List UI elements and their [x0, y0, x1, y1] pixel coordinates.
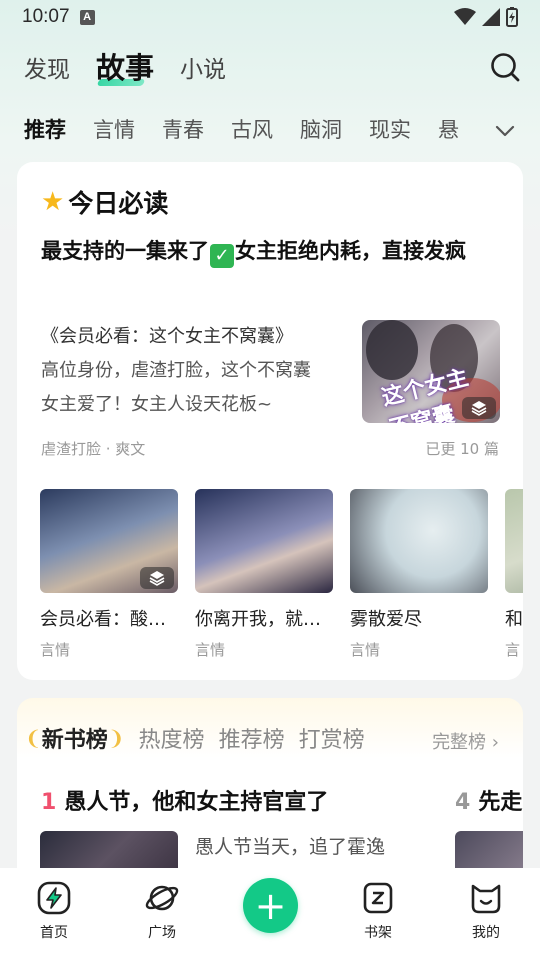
create-button[interactable]: + — [243, 878, 298, 933]
rank-number: 4 — [455, 790, 471, 815]
feature-line3: 女主爱了！女主人设天花板~ — [41, 394, 273, 415]
feature-line2: 高位身份，虐渣打脸，这个不窝囊 — [41, 360, 311, 381]
rank-number: 1 — [41, 790, 57, 815]
layers-icon — [140, 567, 174, 589]
book-genre: 言情 — [350, 641, 381, 659]
full-ranking-label: 完整榜 — [432, 732, 487, 753]
status-time: 10:07 — [22, 6, 70, 27]
rank-title-text: 愚人节，他和女主持官宣了 — [64, 790, 329, 815]
rank-item-title[interactable]: 4 先走 — [455, 784, 525, 816]
planet-icon — [145, 885, 179, 911]
chevron-right-icon: › — [491, 732, 499, 753]
book-card[interactable]: 雾散爱尽 言情 — [350, 489, 488, 660]
rank-item-title[interactable]: 1 愚人节，他和女主持官宣了 — [41, 784, 328, 816]
nav-bookshelf-label: 书架 — [364, 925, 392, 941]
category-tab-ancient[interactable]: 古风 — [231, 114, 273, 150]
book-cover — [350, 489, 488, 593]
bookshelf-icon — [363, 882, 393, 914]
nav-plaza[interactable]: 广场 — [122, 880, 202, 942]
notification-a-icon: A — [79, 9, 95, 25]
full-ranking-link[interactable]: 完整榜 › — [432, 728, 499, 754]
laurel-left-icon: ❨ — [25, 726, 42, 750]
cat-face-icon — [471, 884, 501, 914]
ranking-tabs: ❨ 新书榜 ❩ 热度榜 推荐榜 打赏榜 — [25, 722, 365, 754]
nav-bookshelf[interactable]: 书架 — [338, 880, 418, 942]
laurel-right-icon: ❩ — [107, 726, 125, 750]
rank-tab-new[interactable]: ❨ 新书榜 ❩ — [25, 722, 125, 754]
daily-books-row: 会员必看：酸… 言情 你离开我，就… 言情 雾散爱尽 言情 和 言 — [40, 489, 523, 669]
book-title: 和 — [505, 609, 523, 630]
wifi-icon — [454, 8, 476, 25]
feature-episode-count: 已更 10 篇 — [425, 440, 499, 458]
book-genre: 言情 — [40, 641, 71, 659]
category-tab-youth[interactable]: 青春 — [162, 114, 204, 150]
feature-cover[interactable]: 这个女主 不窝囊 — [362, 320, 500, 423]
category-tab-brainhole[interactable]: 脑洞 — [300, 114, 342, 150]
nav-home[interactable]: 首页 — [14, 880, 94, 942]
signal-icon — [482, 8, 500, 26]
feature-title[interactable]: 最支持的一集来了 ✓ 女主拒绝内耗，直接发疯 — [41, 234, 501, 269]
book-cover — [505, 489, 523, 593]
category-tab-suspense[interactable]: 悬 — [438, 114, 459, 150]
category-tabs: 推荐 言情 青春 古风 脑洞 现实 悬 — [24, 114, 484, 150]
search-icon[interactable] — [490, 52, 520, 82]
status-right — [454, 7, 518, 27]
daily-title: 今日必读 — [68, 189, 169, 218]
feature-description[interactable]: 《会员必看：这个女主不窝囊》 高位身份，虐渣打脸，这个不窝囊 女主爱了！女主人设… — [41, 320, 341, 422]
chevron-down-icon[interactable] — [494, 120, 516, 142]
book-title: 你离开我，就… — [195, 609, 321, 630]
book-card[interactable]: 你离开我，就… 言情 — [195, 489, 333, 660]
nav-home-label: 首页 — [40, 925, 68, 941]
tab-novels[interactable]: 小说 — [180, 50, 226, 92]
rank-title-text: 先走 — [478, 790, 523, 815]
tab-discover[interactable]: 发现 — [24, 50, 70, 92]
rank-tab-new-label: 新书榜 — [41, 728, 108, 753]
book-cover — [40, 489, 178, 593]
home-bolt-icon — [37, 881, 71, 915]
star-icon: ★ — [41, 187, 65, 217]
status-bar: 10:07 A — [0, 0, 540, 34]
daily-card: ★ 今日必读 最支持的一集来了 ✓ 女主拒绝内耗，直接发疯 《会员必看：这个女主不窝… — [17, 162, 523, 680]
feature-line1: 《会员必看：这个女主不窝囊》 — [41, 326, 293, 347]
book-genre: 言 — [505, 641, 521, 659]
category-tab-romance[interactable]: 言情 — [93, 114, 135, 150]
category-tab-reality[interactable]: 现实 — [369, 114, 411, 150]
book-genre: 言情 — [195, 641, 226, 659]
rank-tab-recommend[interactable]: 推荐榜 — [219, 722, 285, 754]
nav-me[interactable]: 我的 — [446, 880, 526, 942]
book-cover — [195, 489, 333, 593]
feature-title-part1: 最支持的一集来了 — [41, 239, 209, 263]
nav-plaza-label: 广场 — [148, 925, 176, 941]
daily-heading: ★ 今日必读 — [41, 184, 168, 220]
rank-tab-tips[interactable]: 打赏榜 — [299, 722, 365, 754]
battery-icon — [506, 7, 518, 27]
book-title: 雾散爱尽 — [350, 609, 422, 630]
check-mark-icon: ✓ — [210, 243, 234, 268]
plus-icon: + — [254, 883, 287, 928]
tab-stories[interactable]: 故事 — [96, 45, 154, 92]
book-card[interactable]: 和 言 — [505, 489, 523, 660]
top-tabs: 发现 故事 小说 — [24, 46, 226, 92]
book-title: 会员必看：酸… — [40, 609, 166, 630]
rank-item-description: 愚人节当天，追了霍逸 — [195, 836, 386, 858]
book-card[interactable]: 会员必看：酸… 言情 — [40, 489, 178, 660]
layers-icon — [462, 397, 496, 419]
feature-title-part2: 女主拒绝内耗，直接发疯 — [235, 239, 466, 263]
category-tab-recommend[interactable]: 推荐 — [24, 114, 66, 150]
rank-tab-hot[interactable]: 热度榜 — [139, 722, 205, 754]
nav-me-label: 我的 — [472, 925, 500, 941]
feature-tags: 虐渣打脸 · 爽文 — [41, 440, 146, 458]
